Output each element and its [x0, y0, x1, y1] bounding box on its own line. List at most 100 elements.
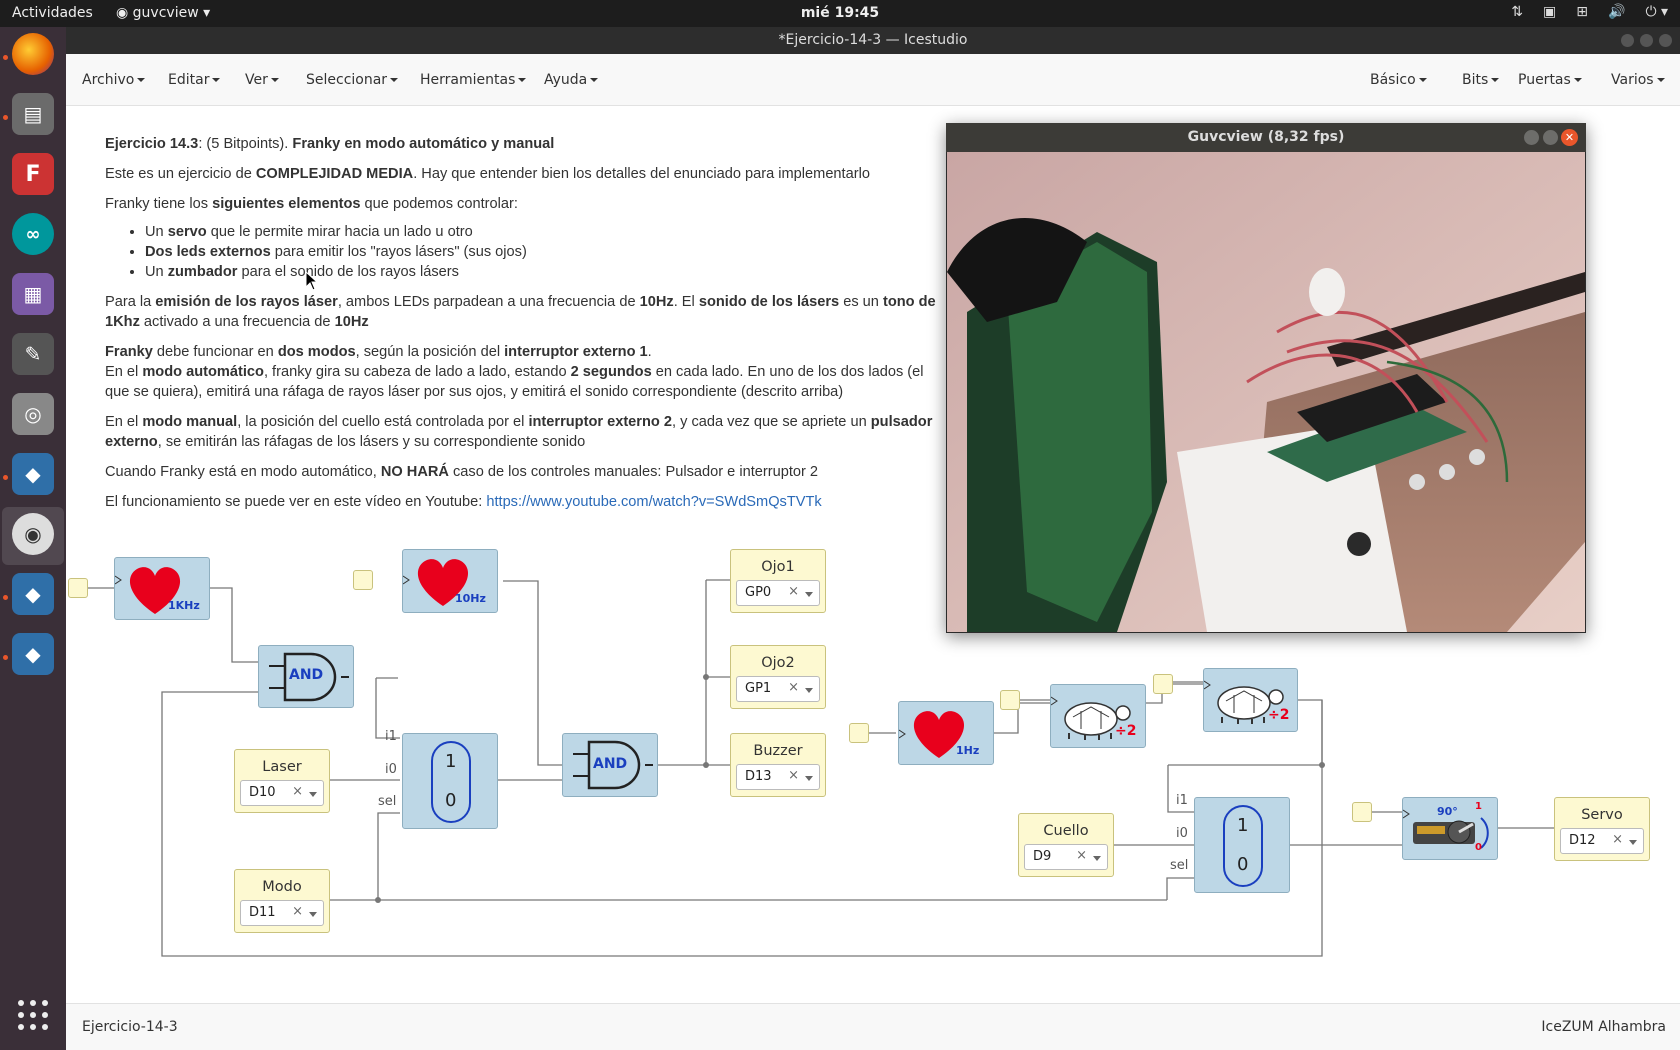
- servo-angle-label: 90°: [1437, 805, 1458, 818]
- guvcview-title: Guvcview (8,32 fps): [1187, 129, 1345, 145]
- guvcview-icon[interactable]: ◉: [12, 513, 54, 555]
- menu-herramientas[interactable]: Herramientas: [420, 72, 526, 88]
- input-port-stub[interactable]: [849, 723, 869, 743]
- info-block[interactable]: Ejercicio 14.3: (5 Bitpoints). Franky en…: [105, 134, 945, 522]
- heartbeat-1hz-block[interactable]: 1Hz: [898, 701, 994, 765]
- chevron-down-icon[interactable]: [805, 688, 813, 693]
- chevron-down-icon[interactable]: [805, 776, 813, 781]
- pin-select[interactable]: D11 ×: [240, 900, 324, 926]
- output-ojo2[interactable]: Ojo2 GP1 ×: [730, 645, 826, 709]
- menu-seleccionar[interactable]: Seleccionar: [306, 72, 398, 88]
- board-name[interactable]: IceZUM Alhambra: [1541, 1019, 1666, 1035]
- network-icon[interactable]: ⊞: [1576, 4, 1588, 20]
- divider-block[interactable]: ÷2: [1203, 668, 1298, 732]
- servo-driver-block[interactable]: 90° 1 0: [1402, 797, 1498, 860]
- minimize-button[interactable]: [1524, 130, 1539, 145]
- output-servo[interactable]: Servo D12 ×: [1554, 797, 1650, 861]
- input-modo[interactable]: Modo D11 ×: [234, 869, 330, 933]
- minimize-button[interactable]: [1621, 34, 1634, 47]
- menu-puertas[interactable]: Puertas: [1518, 72, 1582, 88]
- pin-select[interactable]: D12 ×: [1560, 828, 1644, 854]
- arduino-icon[interactable]: ∞: [12, 213, 54, 255]
- gimp-icon[interactable]: ✎: [12, 333, 54, 375]
- menu-basico[interactable]: Básico: [1370, 72, 1427, 88]
- close-button[interactable]: [1659, 34, 1672, 47]
- and-gate-label: AND: [593, 756, 628, 772]
- pin-select[interactable]: D10 ×: [240, 780, 324, 806]
- clear-icon[interactable]: ×: [292, 904, 303, 919]
- guvcview-window[interactable]: Guvcview (8,32 fps) ✕: [946, 123, 1586, 633]
- clear-icon[interactable]: ×: [1076, 848, 1087, 863]
- icestudio-icon[interactable]: ◆: [12, 633, 54, 675]
- clear-icon[interactable]: ×: [292, 784, 303, 799]
- menu-archivo[interactable]: Archivo: [82, 72, 145, 88]
- heartbeat-10hz-block[interactable]: 10Hz: [402, 549, 498, 613]
- chevron-down-icon[interactable]: [1093, 856, 1101, 861]
- chevron-down-icon[interactable]: [309, 792, 317, 797]
- files-icon[interactable]: ▤: [12, 93, 54, 135]
- and-gate-block[interactable]: AND: [258, 645, 354, 708]
- icestudio-icon[interactable]: ◆: [12, 573, 54, 615]
- chevron-down-icon[interactable]: [1629, 840, 1637, 845]
- input-cuello[interactable]: Cuello D9 ×: [1018, 813, 1114, 877]
- clear-icon[interactable]: ×: [788, 680, 799, 695]
- input-port-stub[interactable]: [1153, 674, 1173, 694]
- clear-icon[interactable]: ×: [788, 584, 799, 599]
- icestudio-icon[interactable]: ◆: [12, 453, 54, 495]
- youtube-link[interactable]: https://www.youtube.com/watch?v=SWdSmQsT…: [486, 494, 821, 510]
- chevron-down-icon[interactable]: [309, 912, 317, 917]
- clear-icon[interactable]: ×: [788, 768, 799, 783]
- mux-icon: [431, 741, 471, 823]
- menu-bits[interactable]: Bits: [1462, 72, 1499, 88]
- guvcview-titlebar[interactable]: Guvcview (8,32 fps) ✕: [946, 123, 1586, 152]
- maximize-button[interactable]: [1543, 130, 1558, 145]
- frequency-label: 1KHz: [168, 599, 200, 612]
- pin-select[interactable]: D13 ×: [736, 764, 820, 790]
- running-indicator: [3, 655, 8, 660]
- keyboard-layout-icon[interactable]: ⇅: [1511, 4, 1523, 20]
- window-titlebar[interactable]: *Ejercicio-14-3 — Icestudio: [66, 27, 1680, 54]
- maximize-button[interactable]: [1640, 34, 1653, 47]
- port-label-sel: sel: [378, 794, 397, 809]
- input-port-stub[interactable]: [353, 570, 373, 590]
- turtle-icon: [1203, 680, 1284, 724]
- firefox-icon[interactable]: [12, 33, 54, 75]
- pin-select[interactable]: D9 ×: [1024, 844, 1108, 870]
- menu-editar[interactable]: Editar: [168, 72, 220, 88]
- chevron-down-icon[interactable]: [805, 592, 813, 597]
- video-editor-icon[interactable]: ▦: [12, 273, 54, 315]
- running-indicator: [3, 115, 8, 120]
- divider-block[interactable]: ÷2: [1050, 684, 1146, 748]
- frequency-label: 1Hz: [956, 744, 980, 757]
- output-buzzer[interactable]: Buzzer D13 ×: [730, 733, 826, 797]
- clear-icon[interactable]: ×: [1612, 832, 1623, 847]
- and-gate-label: AND: [289, 667, 324, 683]
- menu-varios[interactable]: Varios: [1611, 72, 1665, 88]
- menu-ayuda[interactable]: Ayuda: [544, 72, 598, 88]
- port-label-i0: i0: [385, 762, 397, 777]
- mux-icon: [1223, 805, 1263, 887]
- menu-ver[interactable]: Ver: [245, 72, 279, 88]
- activities-button[interactable]: Actividades: [12, 5, 93, 21]
- system-tray[interactable]: ⇅ ▣ ⊞ 🔊 ⏻ ▾: [1511, 4, 1668, 20]
- input-laser[interactable]: Laser D10 ×: [234, 749, 330, 813]
- pin-select[interactable]: GP1 ×: [736, 676, 820, 702]
- input-port-stub[interactable]: [1000, 690, 1020, 710]
- volume-icon[interactable]: 🔊: [1608, 4, 1625, 20]
- input-port-stub[interactable]: [1352, 802, 1372, 822]
- mux-block[interactable]: 1 0: [1194, 797, 1290, 893]
- close-button[interactable]: ✕: [1561, 129, 1578, 146]
- mux-block[interactable]: 1 0: [402, 733, 498, 829]
- input-port-stub[interactable]: [68, 578, 88, 598]
- clock[interactable]: mié 19:45: [0, 5, 1680, 21]
- power-icon[interactable]: ⏻ ▾: [1645, 4, 1668, 20]
- show-applications-icon[interactable]: [16, 998, 50, 1032]
- camera-app-icon[interactable]: ◎: [12, 393, 54, 435]
- pin-select[interactable]: GP0 ×: [736, 580, 820, 606]
- output-ojo1[interactable]: Ojo1 GP0 ×: [730, 549, 826, 613]
- heartbeat-1khz-block[interactable]: 1KHz: [114, 557, 210, 620]
- and-gate-block[interactable]: AND: [562, 733, 658, 797]
- camera-icon[interactable]: ▣: [1543, 4, 1556, 20]
- app-menu[interactable]: ◉ guvcview ▾: [116, 5, 210, 21]
- freecad-icon[interactable]: F: [12, 153, 54, 195]
